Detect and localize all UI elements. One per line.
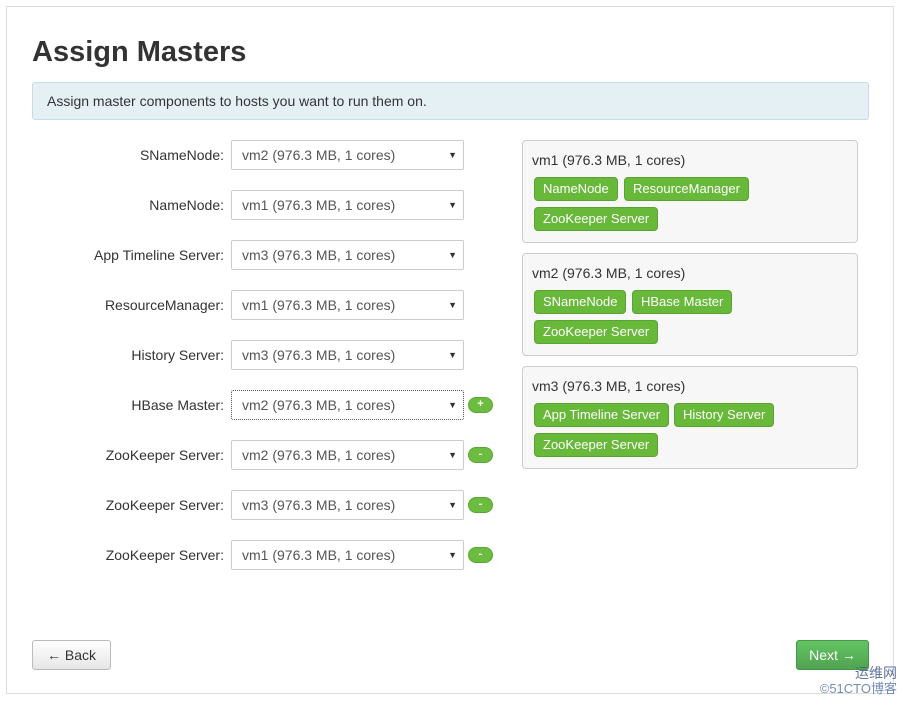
component-label: ZooKeeper Server: — [105, 547, 224, 563]
host-title: vm3 (976.3 MB, 1 cores) — [532, 378, 686, 394]
host-select[interactable]: vm1 (976.3 MB, 1 cores) ▼ — [231, 190, 464, 220]
caret-down-icon: ▼ — [448, 400, 457, 410]
host-select[interactable]: vm1 (976.3 MB, 1 cores) ▼ — [231, 540, 464, 570]
assignment-row-history-server: History Server: vm3 (976.3 MB, 1 cores) … — [32, 340, 512, 370]
host-select[interactable]: vm3 (976.3 MB, 1 cores) ▼ — [231, 340, 464, 370]
assignment-row-snamenode: SNameNode: vm2 (976.3 MB, 1 cores) ▼ — [32, 140, 512, 170]
component-label: ZooKeeper Server: — [105, 497, 224, 513]
host-select[interactable]: vm3 (976.3 MB, 1 cores) ▼ — [231, 240, 464, 270]
assignment-row-hbase-master: HBase Master: vm2 (976.3 MB, 1 cores) ▼ … — [32, 390, 512, 420]
assignment-row-zookeeper-server: ZooKeeper Server: vm3 (976.3 MB, 1 cores… — [32, 490, 512, 520]
host-select[interactable]: vm3 (976.3 MB, 1 cores) ▼ — [231, 490, 464, 520]
host-title: vm2 (976.3 MB, 1 cores) — [532, 265, 686, 281]
host-select-value: vm3 (976.3 MB, 1 cores) — [242, 497, 396, 513]
caret-down-icon: ▼ — [448, 200, 457, 210]
host-select[interactable]: vm2 (976.3 MB, 1 cores) ▼ — [231, 440, 464, 470]
remove-component-button[interactable]: - — [468, 497, 493, 513]
component-label: SNameNode: — [139, 147, 224, 163]
caret-down-icon: ▼ — [448, 500, 457, 510]
component-chip: App Timeline Server — [534, 403, 670, 427]
component-chip: ZooKeeper Server — [534, 433, 659, 457]
host-panel-vm1: vm1 (976.3 MB, 1 cores) NameNode Resourc… — [522, 140, 858, 243]
component-chip: ResourceManager — [624, 177, 749, 201]
component-label: App Timeline Server: — [94, 247, 224, 263]
caret-down-icon: ▼ — [448, 550, 457, 560]
host-select-value: vm2 (976.3 MB, 1 cores) — [242, 147, 396, 163]
component-chip: HBase Master — [632, 290, 733, 314]
component-label: ResourceManager: — [104, 297, 224, 313]
host-select-value: vm1 (976.3 MB, 1 cores) — [242, 197, 396, 213]
assignment-row-zookeeper-server: ZooKeeper Server: vm1 (976.3 MB, 1 cores… — [32, 540, 512, 570]
host-select[interactable]: vm1 (976.3 MB, 1 cores) ▼ — [231, 290, 464, 320]
host-select-value: vm3 (976.3 MB, 1 cores) — [242, 347, 396, 363]
assignment-row-app-timeline-server: App Timeline Server: vm3 (976.3 MB, 1 co… — [32, 240, 512, 270]
host-select-value: vm2 (976.3 MB, 1 cores) — [242, 397, 396, 413]
caret-down-icon: ▼ — [448, 450, 457, 460]
back-button[interactable]: ← Back — [32, 640, 111, 670]
component-chip: ZooKeeper Server — [534, 207, 659, 231]
caret-down-icon: ▼ — [448, 150, 457, 160]
assignment-row-namenode: NameNode: vm1 (976.3 MB, 1 cores) ▼ — [32, 190, 512, 220]
component-chip: NameNode — [534, 177, 618, 201]
assignment-row-zookeeper-server: ZooKeeper Server: vm2 (976.3 MB, 1 cores… — [32, 440, 512, 470]
assignment-row-resourcemanager: ResourceManager: vm1 (976.3 MB, 1 cores)… — [32, 290, 512, 320]
host-panel-vm2: vm2 (976.3 MB, 1 cores) SNameNode HBase … — [522, 253, 858, 356]
next-button[interactable]: Next → — [796, 640, 869, 670]
caret-down-icon: ▼ — [448, 300, 457, 310]
component-label: History Server: — [131, 347, 224, 363]
component-label: HBase Master: — [131, 397, 224, 413]
host-select-value: vm1 (976.3 MB, 1 cores) — [242, 547, 396, 563]
remove-component-button[interactable]: - — [468, 447, 493, 463]
add-component-button[interactable]: + — [468, 397, 493, 413]
host-select-value: vm1 (976.3 MB, 1 cores) — [242, 297, 396, 313]
component-label: ZooKeeper Server: — [105, 447, 224, 463]
component-chip: ZooKeeper Server — [534, 320, 659, 344]
caret-down-icon: ▼ — [448, 250, 457, 260]
host-select[interactable]: vm2 (976.3 MB, 1 cores) ▼ — [231, 390, 464, 420]
host-select-value: vm3 (976.3 MB, 1 cores) — [242, 247, 396, 263]
component-chip: History Server — [674, 403, 775, 427]
host-title: vm1 (976.3 MB, 1 cores) — [532, 152, 686, 168]
host-select[interactable]: vm2 (976.3 MB, 1 cores) ▼ — [231, 140, 464, 170]
host-select-value: vm2 (976.3 MB, 1 cores) — [242, 447, 396, 463]
host-panel-vm3: vm3 (976.3 MB, 1 cores) App Timeline Ser… — [522, 366, 858, 469]
remove-component-button[interactable]: - — [468, 547, 493, 563]
info-alert: Assign master components to hosts you wa… — [32, 82, 869, 120]
component-label: NameNode: — [149, 197, 224, 213]
caret-down-icon: ▼ — [448, 350, 457, 360]
page-title: Assign Masters — [32, 36, 247, 68]
component-chip: SNameNode — [534, 290, 627, 314]
